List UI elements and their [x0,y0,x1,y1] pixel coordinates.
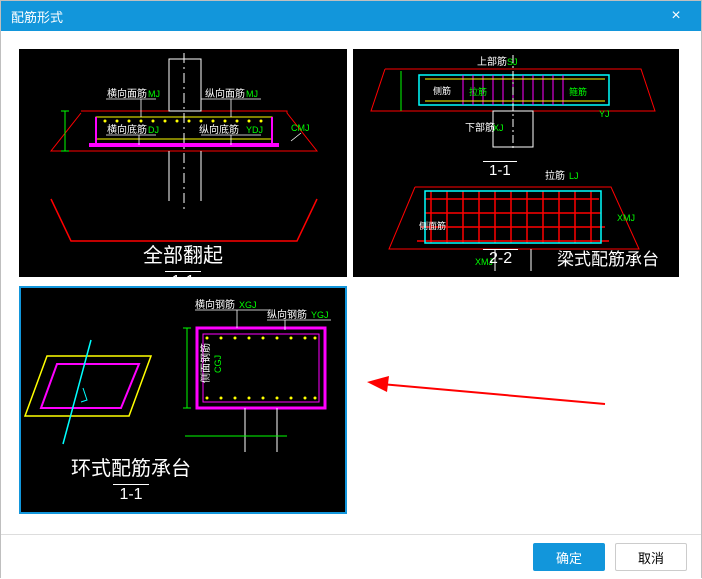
ok-button[interactable]: 确定 [533,543,605,571]
dialog-title: 配筋形式 [11,7,661,26]
cancel-button[interactable]: 取消 [615,543,687,571]
option-caption-2: 梁式配筋承台 [557,249,659,271]
svg-text:XJ: XJ [493,123,504,133]
option-ring-style[interactable]: 侧面钢筋 CGJ 横向钢筋 XGJ 纵向钢筋 YGJ 环式配筋承台 1-1 [19,286,347,514]
close-icon[interactable]: × [661,1,691,31]
svg-text:MJ: MJ [148,89,160,99]
titlebar: 配筋形式 × [1,1,701,31]
section-1-1-label: 1-1 [483,159,517,179]
svg-text:侧面筋: 侧面筋 [419,220,446,231]
svg-text:CGJ: CGJ [213,355,223,373]
diagram-full-flip: 横向面筋 MJ 纵向面筋 MJ 横向底筋 DJ 纵向底筋 YDJ CMJ [21,51,345,275]
svg-text:SJ: SJ [507,57,518,67]
svg-text:拉筋: 拉筋 [469,86,487,97]
svg-text:MJ: MJ [246,89,258,99]
svg-text:纵向面筋: 纵向面筋 [205,87,245,100]
svg-text:YJ: YJ [599,109,610,119]
svg-text:YGJ: YGJ [311,310,329,320]
section-2-2-label: 2-2 [483,247,518,268]
option-full-flip[interactable]: 横向面筋 MJ 纵向面筋 MJ 横向底筋 DJ 纵向底筋 YDJ CMJ 全部翻… [19,49,347,277]
option-caption-3: 环式配筋承台 1-1 [71,456,191,506]
options-container: 横向面筋 MJ 纵向面筋 MJ 横向底筋 DJ 纵向底筋 YDJ CMJ 全部翻… [1,31,701,535]
svg-text:YDJ: YDJ [246,125,263,135]
svg-text:拉筋: 拉筋 [545,169,565,182]
svg-text:LJ: LJ [569,171,579,181]
svg-text:纵向底筋: 纵向底筋 [199,123,239,136]
svg-text:横向面筋: 横向面筋 [107,87,147,100]
svg-text:侧筋: 侧筋 [433,85,451,96]
svg-text:XMJ: XMJ [617,213,635,223]
svg-text:横向钢筋: 横向钢筋 [195,298,235,311]
annotation-arrow [365,374,615,414]
dialog-footer: 确定 取消 [1,535,701,579]
svg-text:XGJ: XGJ [239,300,257,310]
svg-text:DJ: DJ [148,125,159,135]
svg-text:CMJ: CMJ [291,123,310,133]
svg-text:侧面钢筋: 侧面钢筋 [199,343,212,383]
option-beam-style[interactable]: 上部筋 SJ 侧筋 箍筋 拉筋 下部筋 XJ YJ [353,49,679,277]
svg-text:上部筋: 上部筋 [477,55,507,68]
svg-text:箍筋: 箍筋 [569,86,587,97]
svg-text:横向底筋: 横向底筋 [107,123,147,136]
svg-text:下部筋: 下部筋 [465,121,495,134]
svg-text:纵向钢筋: 纵向钢筋 [267,308,307,321]
